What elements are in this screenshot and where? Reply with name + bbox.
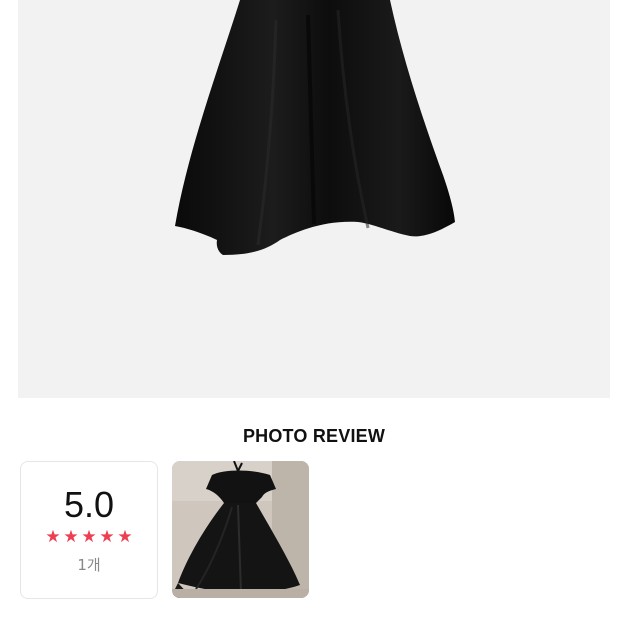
photo-review-title: PHOTO REVIEW [242,426,386,446]
product-image[interactable] [18,0,610,398]
rating-score: 5.0 [63,484,115,525]
star-icon: ★ [81,527,97,546]
review-photo-thumbnail[interactable] [172,461,309,598]
rating-stars: ★ ★ ★ ★ ★ [21,528,157,546]
star-icon: ★ [99,527,115,546]
product-detail-page: PHOTO REVIEW 5.0 ★ ★ ★ ★ ★ 1개 [0,0,628,628]
star-icon: ★ [45,527,61,546]
star-icon: ★ [117,527,133,546]
rating-summary-card[interactable]: 5.0 ★ ★ ★ ★ ★ 1개 [20,461,158,599]
black-dress-photo [172,461,309,598]
black-skirt-image [175,0,455,255]
review-count: 1개 [77,556,101,574]
star-icon: ★ [63,527,79,546]
